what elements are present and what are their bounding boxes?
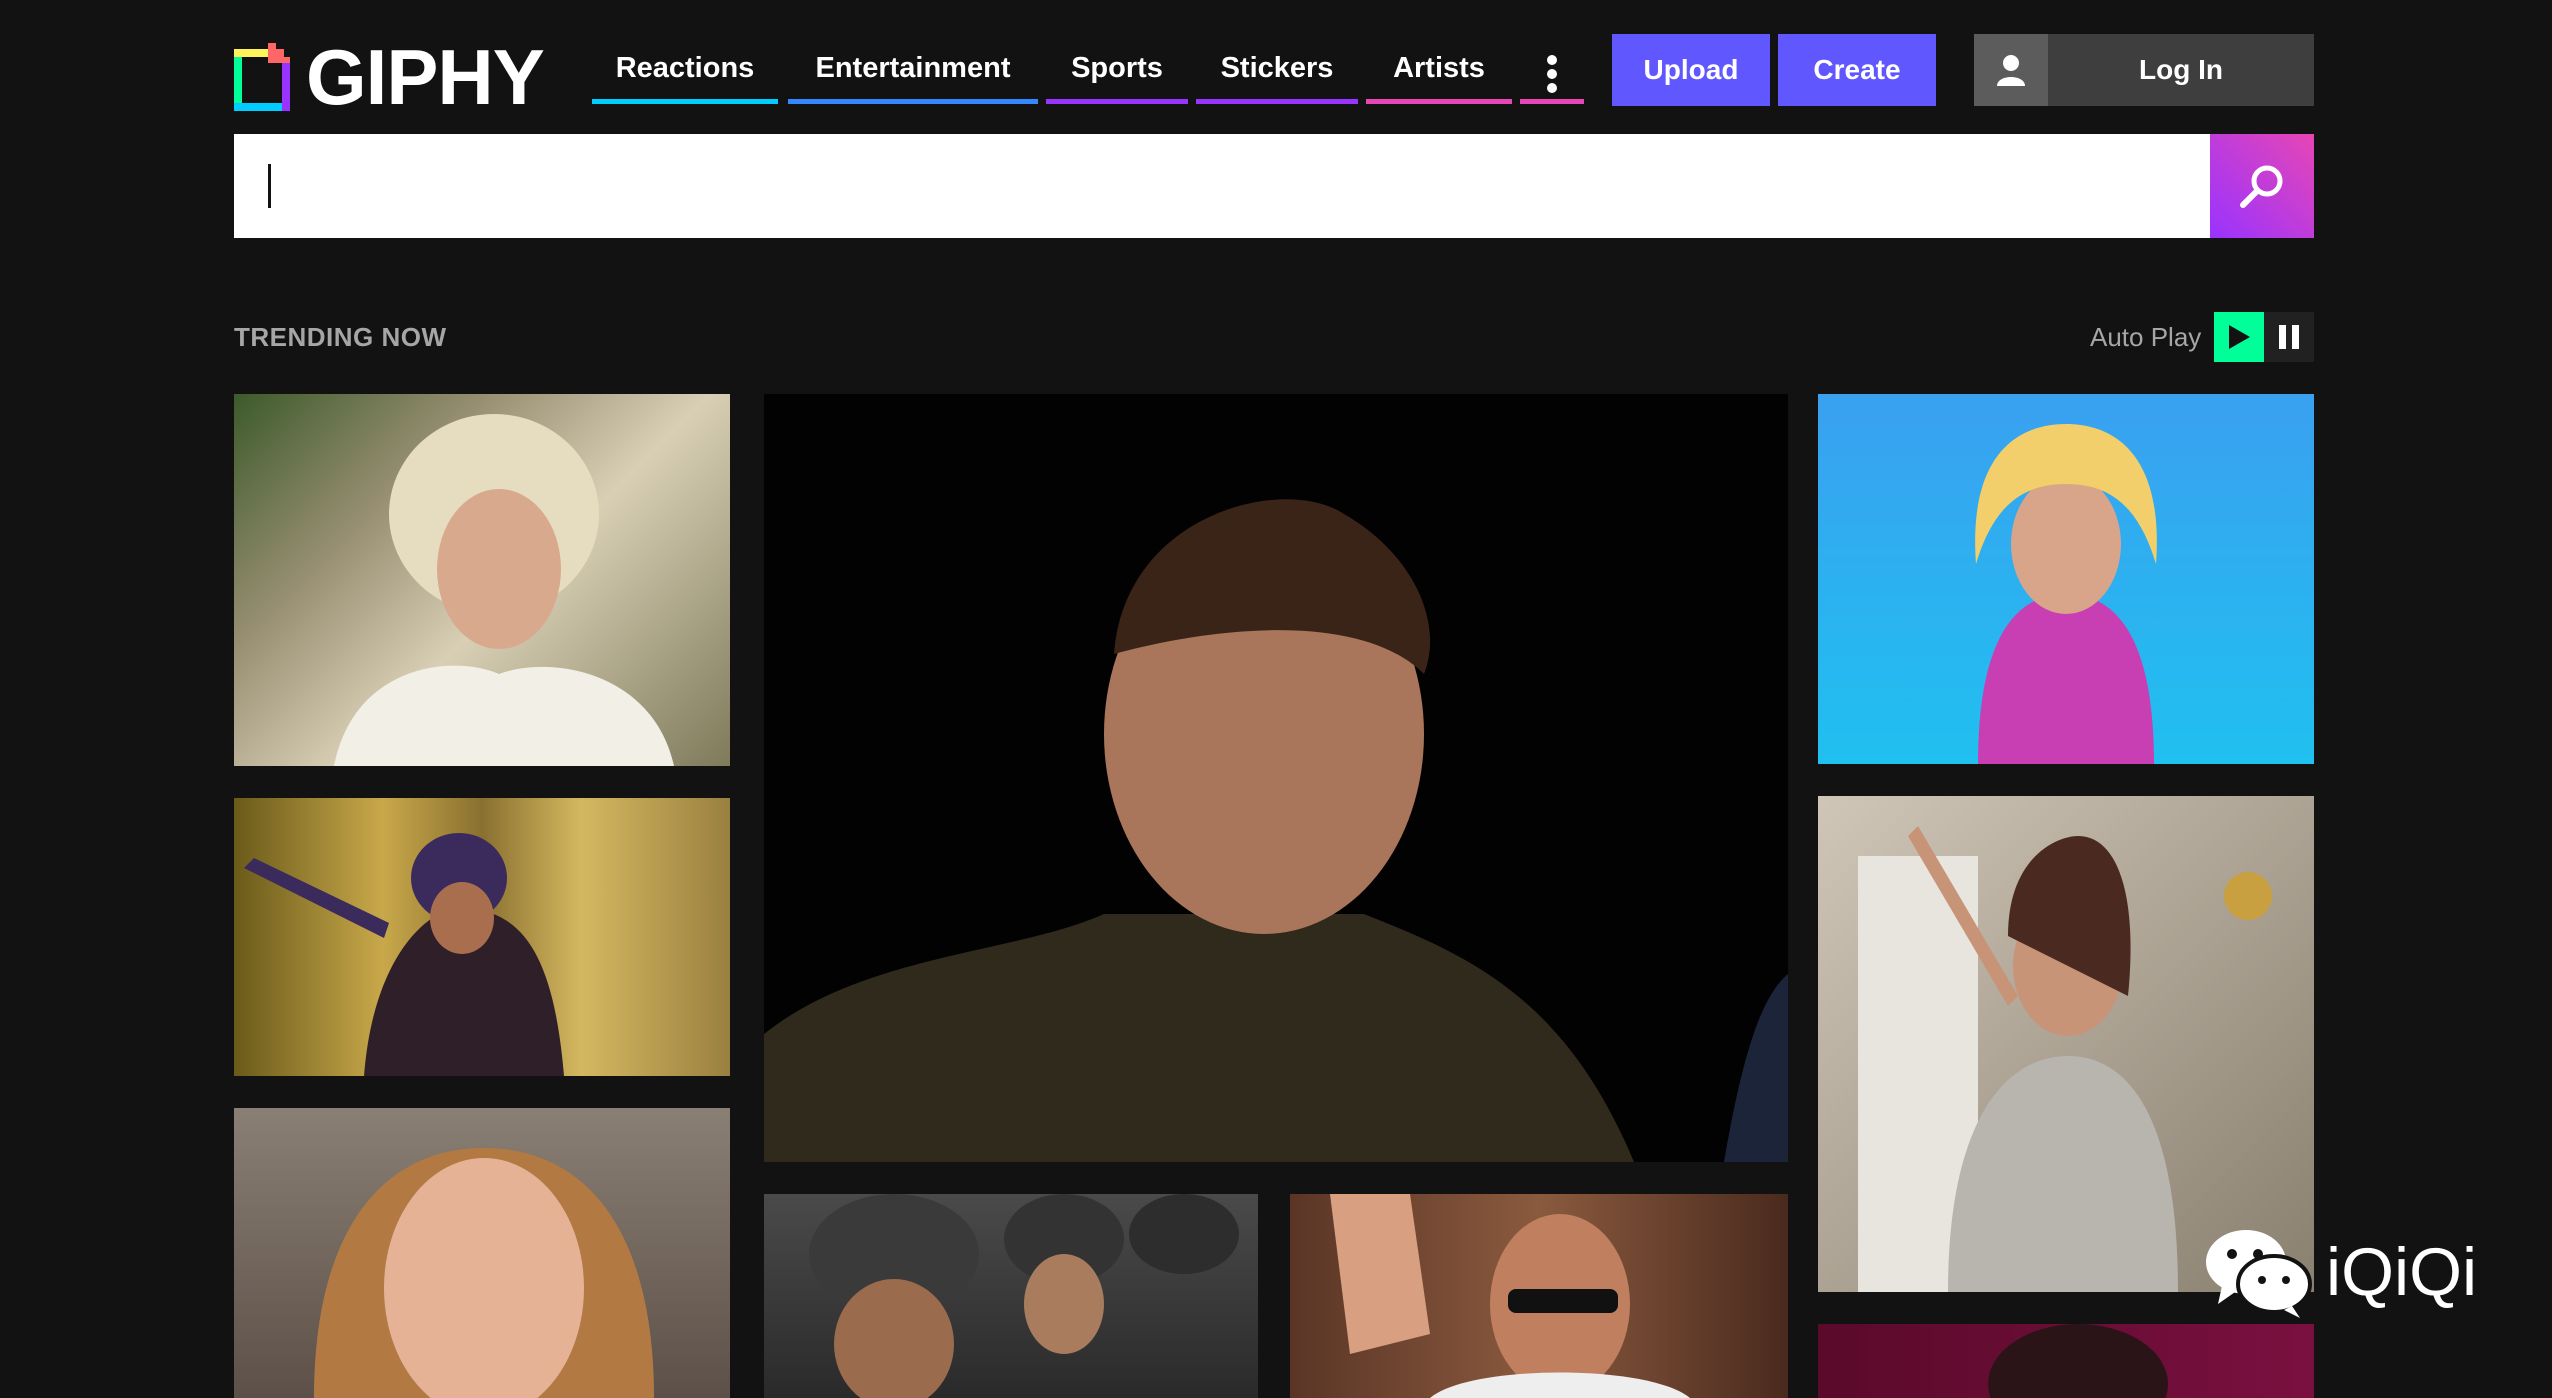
gif-image [764,499,1788,1162]
gif-tile[interactable] [764,1194,1258,1398]
nav-label: Reactions [615,52,755,84]
nav-sports[interactable]: Sports [1046,52,1188,104]
nav-underline [1196,99,1358,104]
nav-underline [1520,99,1584,104]
nav-underline [1366,99,1512,104]
gif-tile[interactable] [1818,394,2314,764]
nav-label: Sports [1071,52,1163,84]
gif-image [314,1148,654,1398]
logo-text: GIPHY [306,33,545,121]
pause-button[interactable] [2264,312,2314,362]
nav-label: Artists [1393,52,1485,84]
wechat-icon [2206,1230,2312,1318]
play-button[interactable] [2214,312,2264,362]
play-icon [2229,325,2250,349]
login-button[interactable]: Log In [1974,34,2314,106]
nav-underline [788,99,1038,104]
create-button[interactable]: Create [1778,34,1936,106]
user-icon [1974,34,2048,106]
pause-icon [2279,325,2299,349]
giphy-logo[interactable]: GIPHY [234,33,545,121]
create-label: Create [1813,54,1901,85]
nav-underline [592,99,778,104]
nav-underline [1046,99,1188,104]
search-icon [2240,165,2283,208]
nav-more-button[interactable] [1520,52,1584,104]
gif-image [1975,424,2157,764]
watermark-text: iQiQi [2326,1234,2478,1310]
nav-label: Entertainment [815,52,1011,84]
watermark: iQiQi [2204,1226,2477,1318]
upload-label: Upload [1643,54,1739,85]
gif-tile[interactable] [234,1108,730,1398]
nav-entertainment[interactable]: Entertainment [788,52,1038,104]
gif-image [1858,826,2272,1292]
nav-reactions[interactable]: Reactions [592,52,778,104]
autoplay-label: Auto Play [2090,322,2202,352]
giphy-logo-icon [234,43,290,111]
gif-image [1988,1324,2168,1398]
nav-stickers[interactable]: Stickers [1196,52,1358,104]
gif-tile[interactable] [1818,1324,2314,1398]
gif-image [809,1194,1239,1398]
gif-image [334,414,674,766]
gif-tile[interactable] [1818,796,2314,1292]
gif-tile[interactable] [234,798,730,1076]
login-label: Log In [2139,54,2223,85]
vertical-ellipsis-icon [1547,55,1557,93]
upload-button[interactable]: Upload [1612,34,1770,106]
search-input[interactable] [266,154,2170,220]
search-bar [234,134,2314,238]
gif-image [1330,1194,1690,1398]
section-title: TRENDING NOW [234,322,447,352]
gif-tile[interactable] [764,394,1788,1162]
gif-image [244,833,564,1076]
gif-tile[interactable] [1290,1194,1788,1398]
nav-label: Stickers [1220,52,1334,84]
search-button[interactable] [2210,134,2314,238]
nav-artists[interactable]: Artists [1366,52,1512,104]
gif-tile[interactable] [234,394,730,766]
